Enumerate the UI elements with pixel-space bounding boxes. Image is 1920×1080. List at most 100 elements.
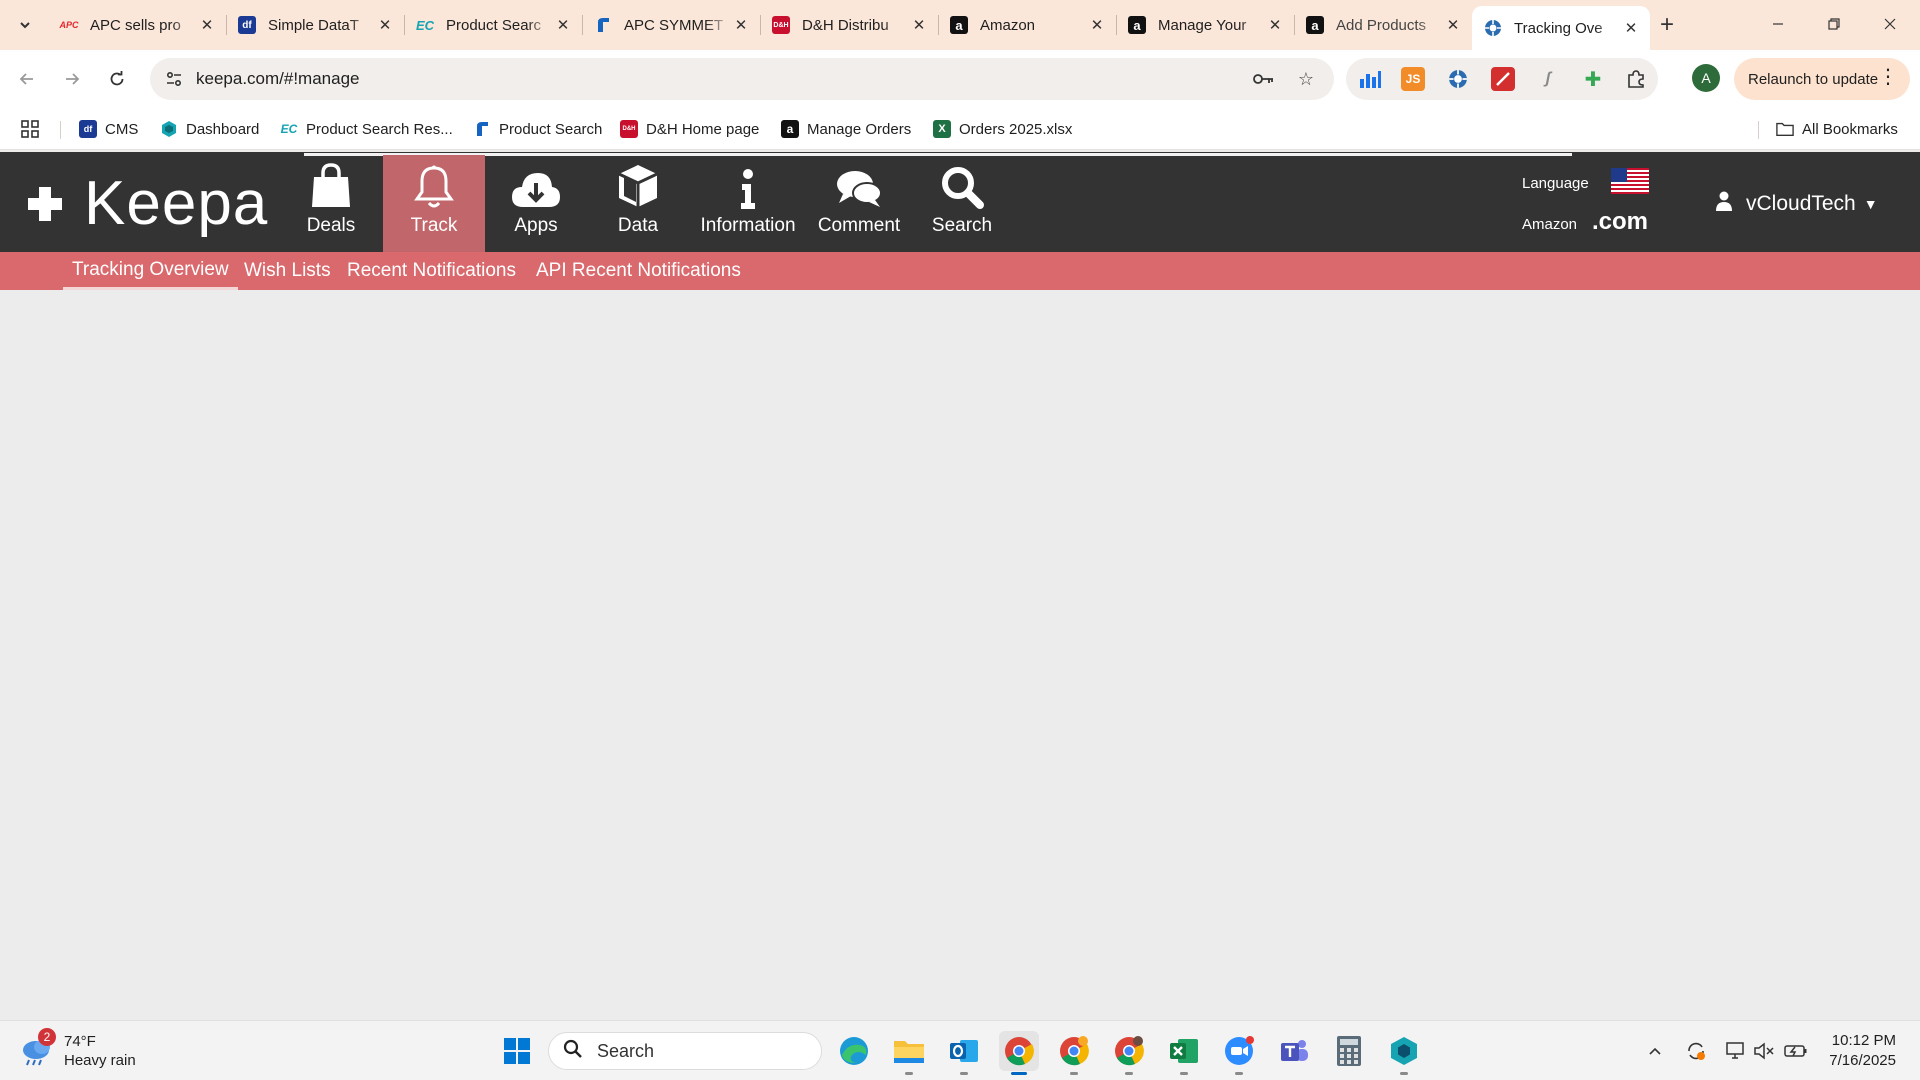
volume-tray-icon[interactable]: [1752, 1039, 1776, 1063]
keepa-extension-icon[interactable]: [1446, 67, 1470, 91]
subnav-label: Recent Notifications: [347, 260, 516, 281]
zoom-taskbar-button[interactable]: [1219, 1031, 1259, 1075]
browser-tab[interactable]: APC APC sells pro ✕: [48, 6, 226, 44]
browser-tab-active[interactable]: Tracking Ove ✕: [1472, 6, 1650, 50]
subnav-wish-lists[interactable]: Wish Lists: [235, 252, 340, 290]
close-icon[interactable]: ✕: [732, 16, 750, 34]
bookmark-dashboard[interactable]: Dashboard: [160, 117, 259, 141]
tab-title: Simple DataT: [268, 16, 359, 34]
add-extension-icon[interactable]: ✚: [1581, 67, 1605, 91]
amazon-logo-icon: a: [1128, 16, 1146, 34]
site-info-icon[interactable]: [162, 67, 186, 91]
clock-date: 7/16/2025: [1829, 1052, 1896, 1069]
browser-tab[interactable]: EC Product Searc ✕: [404, 6, 582, 44]
bookmark-cms[interactable]: df CMS: [79, 117, 138, 141]
bookmark-label: CMS: [105, 120, 139, 138]
pdf-extension-icon[interactable]: [1491, 67, 1515, 91]
url-text[interactable]: keepa.com/#!manage: [196, 69, 360, 89]
nav-deals[interactable]: Deals: [280, 155, 382, 255]
tab-search-button[interactable]: [10, 10, 40, 40]
nav-track[interactable]: Track: [383, 155, 485, 255]
amazon-domain-selector[interactable]: .com: [1592, 208, 1648, 236]
password-key-icon[interactable]: [1252, 67, 1276, 91]
weather-widget[interactable]: 2 74°F Heavy rain: [20, 1028, 136, 1073]
close-icon[interactable]: ✕: [198, 16, 216, 34]
reload-button[interactable]: [100, 62, 134, 96]
nav-data[interactable]: Data: [587, 155, 689, 255]
excel-taskbar-button[interactable]: [1164, 1031, 1204, 1075]
keepa-logo-text: Keepa: [84, 169, 269, 238]
keepa-logo[interactable]: Keepa: [26, 169, 268, 239]
back-button[interactable]: [10, 62, 44, 96]
bookmark-product-search[interactable]: Product Search: [473, 117, 602, 141]
address-bar[interactable]: keepa.com/#!manage ☆: [150, 58, 1334, 100]
close-icon[interactable]: ✕: [1444, 16, 1462, 34]
minimize-button[interactable]: [1750, 0, 1806, 48]
bookmark-orders-2025-xlsx[interactable]: X Orders 2025.xlsx: [933, 117, 1072, 141]
system-clock[interactable]: 10:12 PM 7/16/2025: [1810, 1031, 1896, 1071]
relaunch-to-update-button[interactable]: Relaunch to update ⋮: [1734, 58, 1910, 100]
network-tray-icon[interactable]: [1724, 1039, 1748, 1063]
close-icon[interactable]: ✕: [1622, 19, 1640, 37]
us-flag-icon[interactable]: [1611, 168, 1649, 194]
browser-tab[interactable]: D&H D&H Distribu ✕: [760, 6, 938, 44]
nav-information[interactable]: Information: [697, 155, 799, 255]
restore-button[interactable]: [1806, 0, 1862, 48]
weather-temperature: 74°F: [64, 1032, 96, 1050]
tab-title: D&H Distribu: [802, 16, 889, 34]
chrome-taskbar-button[interactable]: [999, 1031, 1039, 1075]
browser-tab[interactable]: APC SYMMET ✕: [582, 6, 760, 44]
close-icon[interactable]: ✕: [910, 16, 928, 34]
outlook-taskbar-button[interactable]: [944, 1031, 984, 1075]
battery-tray-icon[interactable]: [1784, 1039, 1808, 1063]
chart-extension-icon[interactable]: [1358, 67, 1382, 91]
nav-comment[interactable]: Comment: [808, 155, 910, 255]
bookmark-manage-orders[interactable]: a Manage Orders: [781, 117, 911, 141]
calculator-taskbar-button[interactable]: [1329, 1031, 1369, 1071]
subnav-recent-notifications[interactable]: Recent Notifications: [338, 252, 525, 290]
close-icon[interactable]: ✕: [1088, 16, 1106, 34]
close-icon[interactable]: ✕: [554, 16, 572, 34]
all-bookmarks-button[interactable]: All Bookmarks: [1776, 117, 1898, 141]
subnav-api-recent-notifications[interactable]: API Recent Notifications: [527, 252, 750, 290]
chrome-icon: [1060, 1036, 1089, 1066]
js-extension-icon[interactable]: JS: [1401, 67, 1425, 91]
browser-tab[interactable]: df Simple DataT ✕: [226, 6, 404, 44]
nav-apps[interactable]: Apps: [485, 155, 587, 255]
subnav-tracking-overview[interactable]: Tracking Overview: [63, 252, 238, 290]
app-taskbar-button[interactable]: [1384, 1031, 1424, 1075]
bookmark-product-search-results[interactable]: EC Product Search Res...: [280, 117, 453, 141]
close-icon[interactable]: ✕: [376, 16, 394, 34]
profile-avatar[interactable]: A: [1692, 64, 1720, 92]
browser-tab[interactable]: a Amazon ✕: [938, 6, 1116, 44]
taskbar-search-box[interactable]: Search: [548, 1032, 822, 1070]
nav-search[interactable]: Search: [911, 155, 1013, 255]
edge-taskbar-button[interactable]: [834, 1031, 874, 1071]
close-icon[interactable]: ✕: [1266, 16, 1284, 34]
arrow-left-icon: [19, 73, 33, 85]
new-tab-button[interactable]: +: [1652, 10, 1682, 40]
start-button[interactable]: [497, 1031, 537, 1071]
user-menu[interactable]: vCloudTech ▼: [1716, 191, 1878, 217]
dh-logo-icon: D&H: [620, 120, 638, 138]
search-icon: [940, 155, 984, 213]
bookmark-dh-home-page[interactable]: D&H D&H Home page: [620, 117, 759, 141]
tab-title: Product Searc: [446, 16, 542, 34]
browser-tab[interactable]: a Add Products ✕: [1294, 6, 1472, 44]
close-window-button[interactable]: [1862, 0, 1918, 48]
forward-button[interactable]: [55, 62, 89, 96]
df-logo-icon: df: [238, 16, 256, 34]
puzzle-extensions-icon[interactable]: [1624, 67, 1648, 91]
file-explorer-taskbar-button[interactable]: [889, 1031, 929, 1075]
browser-tab[interactable]: a Manage Your ✕: [1116, 6, 1294, 44]
script-extension-icon[interactable]: ʃ: [1536, 67, 1560, 91]
apps-grid-button[interactable]: [20, 117, 40, 141]
teams-taskbar-button[interactable]: [1274, 1031, 1314, 1071]
calculator-icon: [1337, 1036, 1361, 1066]
running-indicator: [1400, 1072, 1408, 1075]
show-hidden-icons-button[interactable]: [1643, 1039, 1667, 1063]
bookmark-star-icon[interactable]: ☆: [1294, 67, 1318, 91]
sync-tray-icon[interactable]: [1684, 1039, 1708, 1063]
chrome-profile-2-taskbar-button[interactable]: [1054, 1031, 1094, 1075]
chrome-profile-3-taskbar-button[interactable]: [1109, 1031, 1149, 1075]
